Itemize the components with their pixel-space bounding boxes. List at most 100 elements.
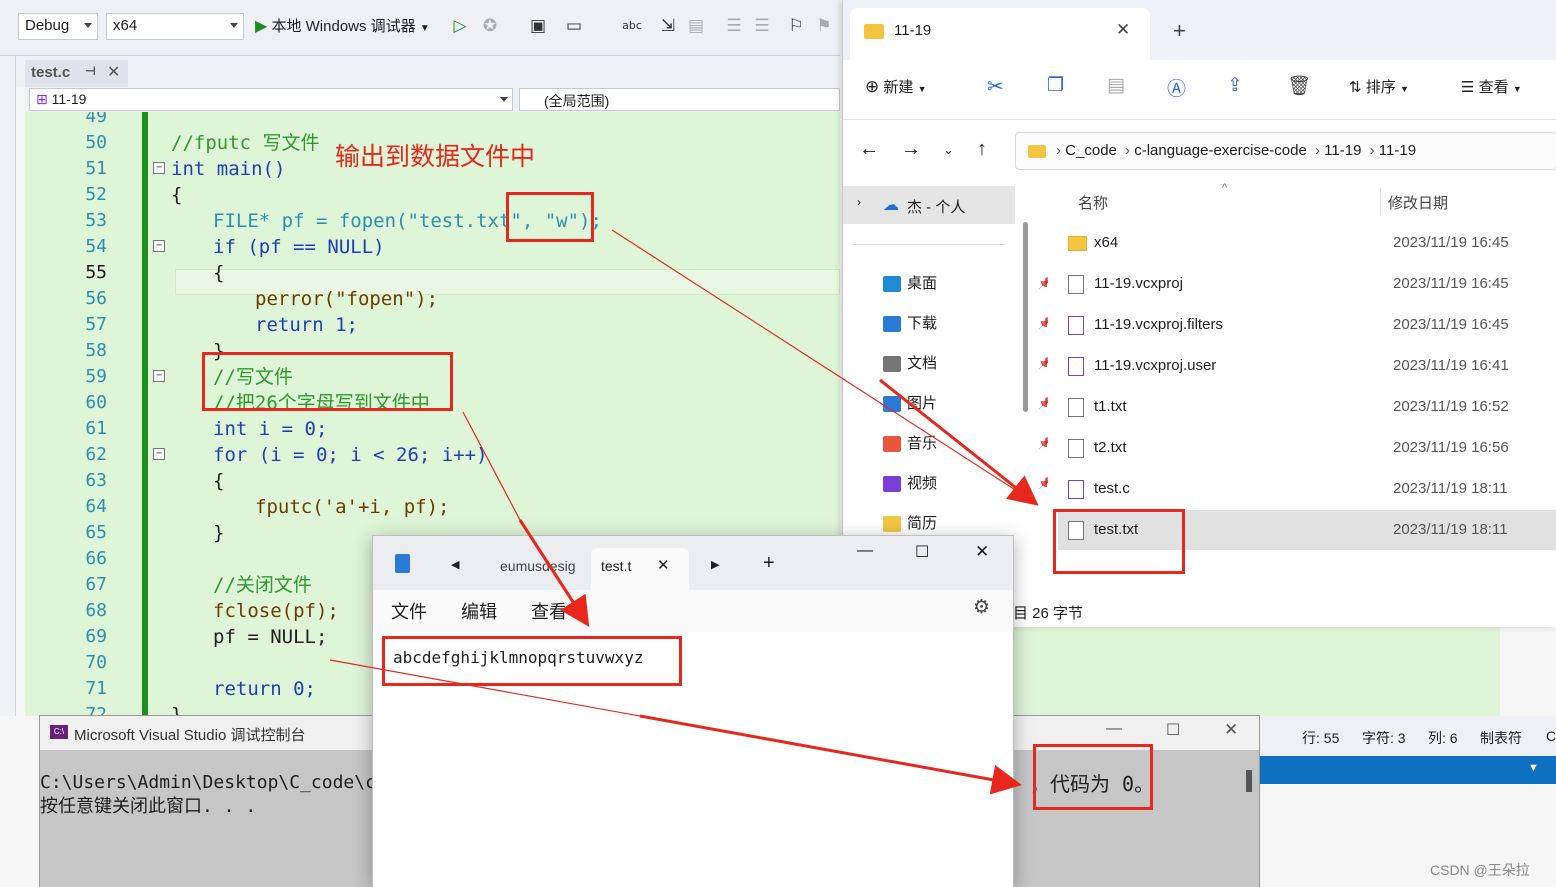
- platform-combo[interactable]: x64: [106, 13, 244, 40]
- file-row[interactable]: x64 2023/11/19 16:45: [1058, 223, 1556, 263]
- maximize-icon[interactable]: ☐: [1166, 720, 1180, 740]
- breadcrumb-item[interactable]: 11-19: [1379, 142, 1416, 159]
- new-tab-icon[interactable]: +: [1173, 18, 1186, 44]
- up-icon[interactable]: ↑: [977, 138, 987, 161]
- nav-item[interactable]: 下载 📌: [883, 306, 1052, 342]
- project-combo[interactable]: ⊞ 11-19: [29, 88, 513, 111]
- nav-item-label: 桌面: [907, 275, 938, 292]
- address-bar[interactable]: › C_code › c-language-exercise-code › 11…: [1015, 132, 1556, 170]
- chevron-down-icon[interactable]: ▼: [1528, 762, 1539, 774]
- breadcrumb-separator-icon[interactable]: ›: [1056, 142, 1065, 159]
- close-icon[interactable]: ✕: [975, 542, 989, 562]
- code-text: //fputc 写文件: [171, 132, 320, 154]
- scope-combo[interactable]: (全局范围): [519, 88, 840, 111]
- close-icon[interactable]: ✕: [107, 62, 120, 82]
- console-scrollbar[interactable]: [1246, 770, 1252, 792]
- bookmark-icon[interactable]: ⚐: [784, 14, 808, 38]
- nav-scrollbar[interactable]: [1023, 222, 1028, 412]
- bookmark-next-icon[interactable]: ⚑: [812, 14, 836, 38]
- column-name-header[interactable]: 名称: [1078, 192, 1108, 213]
- code-line[interactable]: 52 {: [25, 182, 840, 208]
- file-row[interactable]: t2.txt 2023/11/19 16:56: [1058, 428, 1556, 468]
- paste-icon[interactable]: ▤: [1107, 74, 1125, 97]
- code-line[interactable]: 54 − if (pf == NULL): [25, 234, 840, 260]
- step-icon[interactable]: ⇲: [656, 14, 680, 38]
- new-label: 新建: [883, 79, 914, 96]
- code-line[interactable]: 55 {: [25, 260, 840, 286]
- hot-reload-icon[interactable]: ✪: [478, 14, 502, 38]
- breadcrumb-item[interactable]: c-language-exercise-code: [1134, 142, 1307, 159]
- scroll-right-icon[interactable]: ▶: [711, 558, 719, 571]
- view-button[interactable]: ☰ 查看 ▼: [1461, 76, 1522, 97]
- layout-icon[interactable]: ▭: [562, 14, 586, 38]
- nav-item[interactable]: 桌面 📌: [883, 266, 1052, 302]
- pin-icon[interactable]: ⊣: [85, 64, 96, 78]
- nav-onedrive[interactable]: › ☁ 杰 - 个人: [843, 186, 1015, 224]
- back-icon[interactable]: ←: [859, 138, 879, 161]
- tab-label: test.c: [31, 64, 71, 81]
- close-icon[interactable]: ✕: [1116, 20, 1130, 40]
- code-line[interactable]: 49: [25, 112, 840, 130]
- close-icon[interactable]: ✕: [1224, 720, 1238, 740]
- menu-edit[interactable]: 编辑: [461, 598, 497, 624]
- menu-view[interactable]: 查看: [531, 598, 567, 624]
- breadcrumb-separator-icon[interactable]: ›: [1365, 142, 1378, 159]
- indent-icon[interactable]: ☰: [722, 14, 746, 38]
- breadcrumb-separator-icon[interactable]: ›: [1311, 142, 1324, 159]
- notepad-tab-prev[interactable]: eumusdesig: [500, 558, 586, 574]
- tab-test-c[interactable]: test.c ⊣ ✕: [25, 60, 128, 87]
- solution-explorer-icon[interactable]: ▣: [526, 14, 550, 38]
- code-line[interactable]: 61 int i = 0;: [25, 416, 840, 442]
- fold-toggle-icon[interactable]: −: [153, 162, 165, 174]
- file-row[interactable]: t1.txt 2023/11/19 16:52: [1058, 387, 1556, 427]
- nav-item[interactable]: 视频 📌: [883, 466, 1052, 502]
- recent-chevron-icon[interactable]: ⌄: [943, 142, 954, 158]
- close-icon[interactable]: ✕: [657, 556, 670, 574]
- new-tab-icon[interactable]: +: [763, 552, 775, 575]
- code-line[interactable]: 64 fputc('a'+i, pf);: [25, 494, 840, 520]
- start-debug-button[interactable]: ▶ 本地 Windows 调试器 ▼: [255, 14, 430, 40]
- minimize-icon[interactable]: —: [857, 542, 873, 560]
- notepad-tab-active[interactable]: test.t ✕: [591, 548, 689, 590]
- breadcrumb-separator-icon[interactable]: ›: [1121, 142, 1134, 159]
- fold-toggle-icon[interactable]: −: [153, 370, 165, 382]
- copy-icon[interactable]: ❐: [1047, 74, 1064, 97]
- code-line[interactable]: 57 return 1;: [25, 312, 840, 338]
- file-row[interactable]: 11-19.vcxproj.filters 2023/11/19 16:45: [1058, 305, 1556, 345]
- code-line[interactable]: 63 {: [25, 468, 840, 494]
- code-line[interactable]: 56 perror("fopen");: [25, 286, 840, 312]
- breadcrumb-item[interactable]: 11-19: [1324, 142, 1361, 159]
- code-line[interactable]: 53 FILE* pf = fopen("test.txt", "w");: [25, 208, 840, 234]
- nav-item[interactable]: 音乐 📌: [883, 426, 1052, 462]
- start-without-debug-icon[interactable]: ▷: [448, 14, 472, 38]
- outdent-icon[interactable]: ☰: [750, 14, 774, 38]
- format-icon[interactable]: ▤: [684, 14, 708, 38]
- scroll-left-icon[interactable]: ◀: [451, 558, 459, 571]
- config-combo[interactable]: Debug: [18, 13, 98, 40]
- column-date-header[interactable]: 修改日期: [1388, 192, 1448, 213]
- nav-item[interactable]: 文档 📌: [883, 346, 1052, 382]
- file-row[interactable]: test.c 2023/11/19 18:11: [1058, 469, 1556, 509]
- picture-icon: [883, 396, 901, 413]
- breadcrumb-item[interactable]: C_code: [1065, 142, 1117, 159]
- delete-icon[interactable]: 🗑: [1287, 74, 1311, 98]
- nav-item[interactable]: 图片 📌: [883, 386, 1052, 422]
- share-icon[interactable]: ⇪: [1227, 74, 1243, 97]
- menu-file[interactable]: 文件: [391, 598, 427, 624]
- code-line[interactable]: 62 − for (i = 0; i < 26; i++): [25, 442, 840, 468]
- forward-icon[interactable]: →: [901, 138, 921, 161]
- rename-icon[interactable]: Ⓐ: [1167, 74, 1186, 101]
- file-name: 11-19.vcxproj.filters: [1094, 316, 1223, 333]
- cut-icon[interactable]: ✂: [987, 74, 1004, 99]
- sort-button[interactable]: ⇅ 排序 ▼: [1349, 76, 1409, 97]
- fold-toggle-icon[interactable]: −: [153, 448, 165, 460]
- settings-icon[interactable]: ⚙: [973, 596, 990, 619]
- file-row[interactable]: 11-19.vcxproj.user 2023/11/19 16:41: [1058, 346, 1556, 386]
- spellcheck-icon[interactable]: abc: [620, 14, 644, 38]
- file-row[interactable]: 11-19.vcxproj 2023/11/19 16:45: [1058, 264, 1556, 304]
- explorer-tab[interactable]: 11-19 ✕: [850, 8, 1150, 60]
- fold-toggle-icon[interactable]: −: [153, 240, 165, 252]
- new-button[interactable]: ⊕ 新建 ▼: [865, 76, 927, 97]
- maximize-icon[interactable]: ☐: [915, 542, 929, 562]
- minimize-icon[interactable]: —: [1106, 720, 1122, 738]
